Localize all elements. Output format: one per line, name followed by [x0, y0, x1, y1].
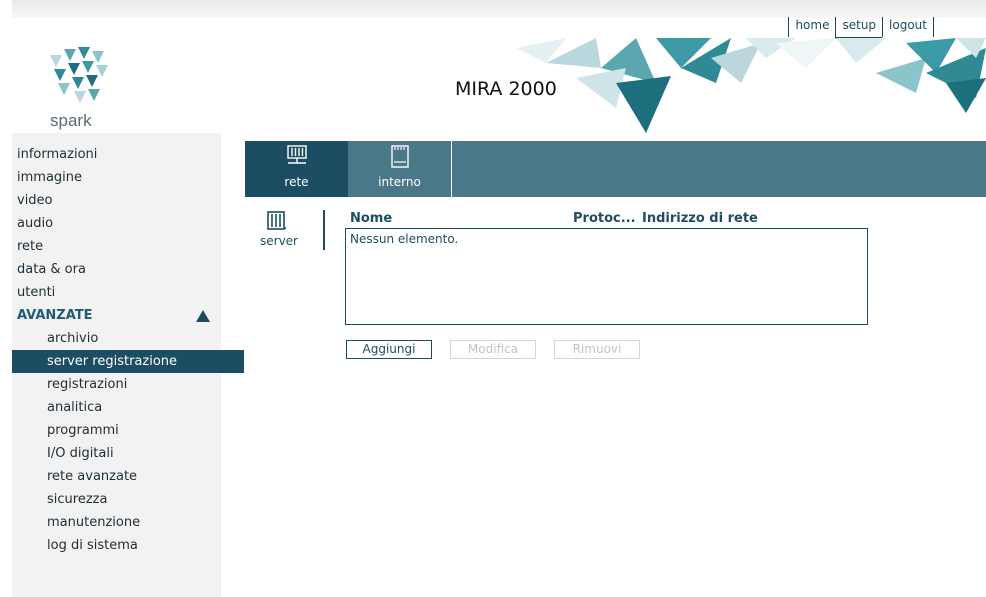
header: spark MIRA 2000 — [12, 38, 986, 133]
sidebar-item-video[interactable]: video — [12, 189, 221, 212]
home-link[interactable]: home — [788, 17, 835, 37]
column-header-indirizzo[interactable]: Indirizzo di rete — [642, 211, 758, 226]
sidebar-item-archivio[interactable]: archivio — [12, 327, 221, 350]
sidebar-item-programmi[interactable]: programmi — [12, 419, 221, 442]
collapse-caret-icon[interactable] — [196, 310, 210, 322]
logout-link[interactable]: logout — [882, 17, 934, 37]
sidebar-item-log-di-sistema[interactable]: log di sistema — [12, 534, 221, 557]
tab-bar: rete interno — [245, 141, 986, 197]
column-header-nome[interactable]: Nome — [350, 211, 392, 226]
remove-button: Rimuovi — [554, 340, 640, 359]
network-server-icon — [287, 145, 307, 164]
sidebar: informazioni immagine video audio rete d… — [12, 133, 244, 597]
empty-list-text: Nessun elemento. — [350, 232, 459, 246]
sidebar-item-utenti[interactable]: utenti — [12, 281, 221, 304]
subnav-server-label: server — [260, 234, 298, 248]
spark-logo-icon — [50, 47, 108, 103]
sidebar-item-registrazioni[interactable]: registrazioni — [12, 373, 221, 396]
subnav-server[interactable]: server — [245, 210, 325, 250]
setup-link[interactable]: setup — [835, 17, 883, 39]
sidebar-item-server-registrazione[interactable]: server registrazione — [12, 350, 244, 373]
tab-rete[interactable]: rete — [245, 141, 348, 197]
top-links: home setup logout — [788, 17, 934, 39]
sidebar-item-data-ora[interactable]: data & ora — [12, 258, 221, 281]
sidebar-nav: informazioni immagine video audio rete d… — [12, 133, 244, 557]
decorative-triangles — [516, 38, 986, 133]
tab-rete-label: rete — [284, 175, 309, 189]
top-bar — [12, 0, 986, 18]
sidebar-item-analitica[interactable]: analitica — [12, 396, 221, 419]
column-header-protocollo[interactable]: Protoc... — [573, 211, 636, 226]
sidebar-group-avanzate[interactable]: AVANZATE — [12, 304, 221, 327]
tab-interno-label: interno — [378, 175, 421, 189]
sidebar-item-sicurezza[interactable]: sicurezza — [12, 488, 221, 511]
sidebar-item-manutenzione[interactable]: manutenzione — [12, 511, 221, 534]
edit-button: Modifica — [450, 340, 536, 359]
add-button[interactable]: Aggiungi — [346, 340, 432, 359]
sidebar-item-rete[interactable]: rete — [12, 235, 221, 258]
server-icon — [267, 211, 286, 230]
server-list[interactable]: Nessun elemento. — [345, 228, 868, 325]
tab-interno[interactable]: interno — [348, 141, 452, 197]
sidebar-item-informazioni[interactable]: informazioni — [12, 143, 221, 166]
sidebar-group-label: AVANZATE — [17, 308, 93, 323]
sidebar-item-io-digitali[interactable]: I/O digitali — [12, 442, 221, 465]
sd-card-icon — [391, 145, 409, 168]
sidebar-item-rete-avanzate[interactable]: rete avanzate — [12, 465, 221, 488]
sidebar-item-audio[interactable]: audio — [12, 212, 221, 235]
sidebar-item-immagine[interactable]: immagine — [12, 166, 221, 189]
logo-text: spark — [50, 111, 92, 130]
